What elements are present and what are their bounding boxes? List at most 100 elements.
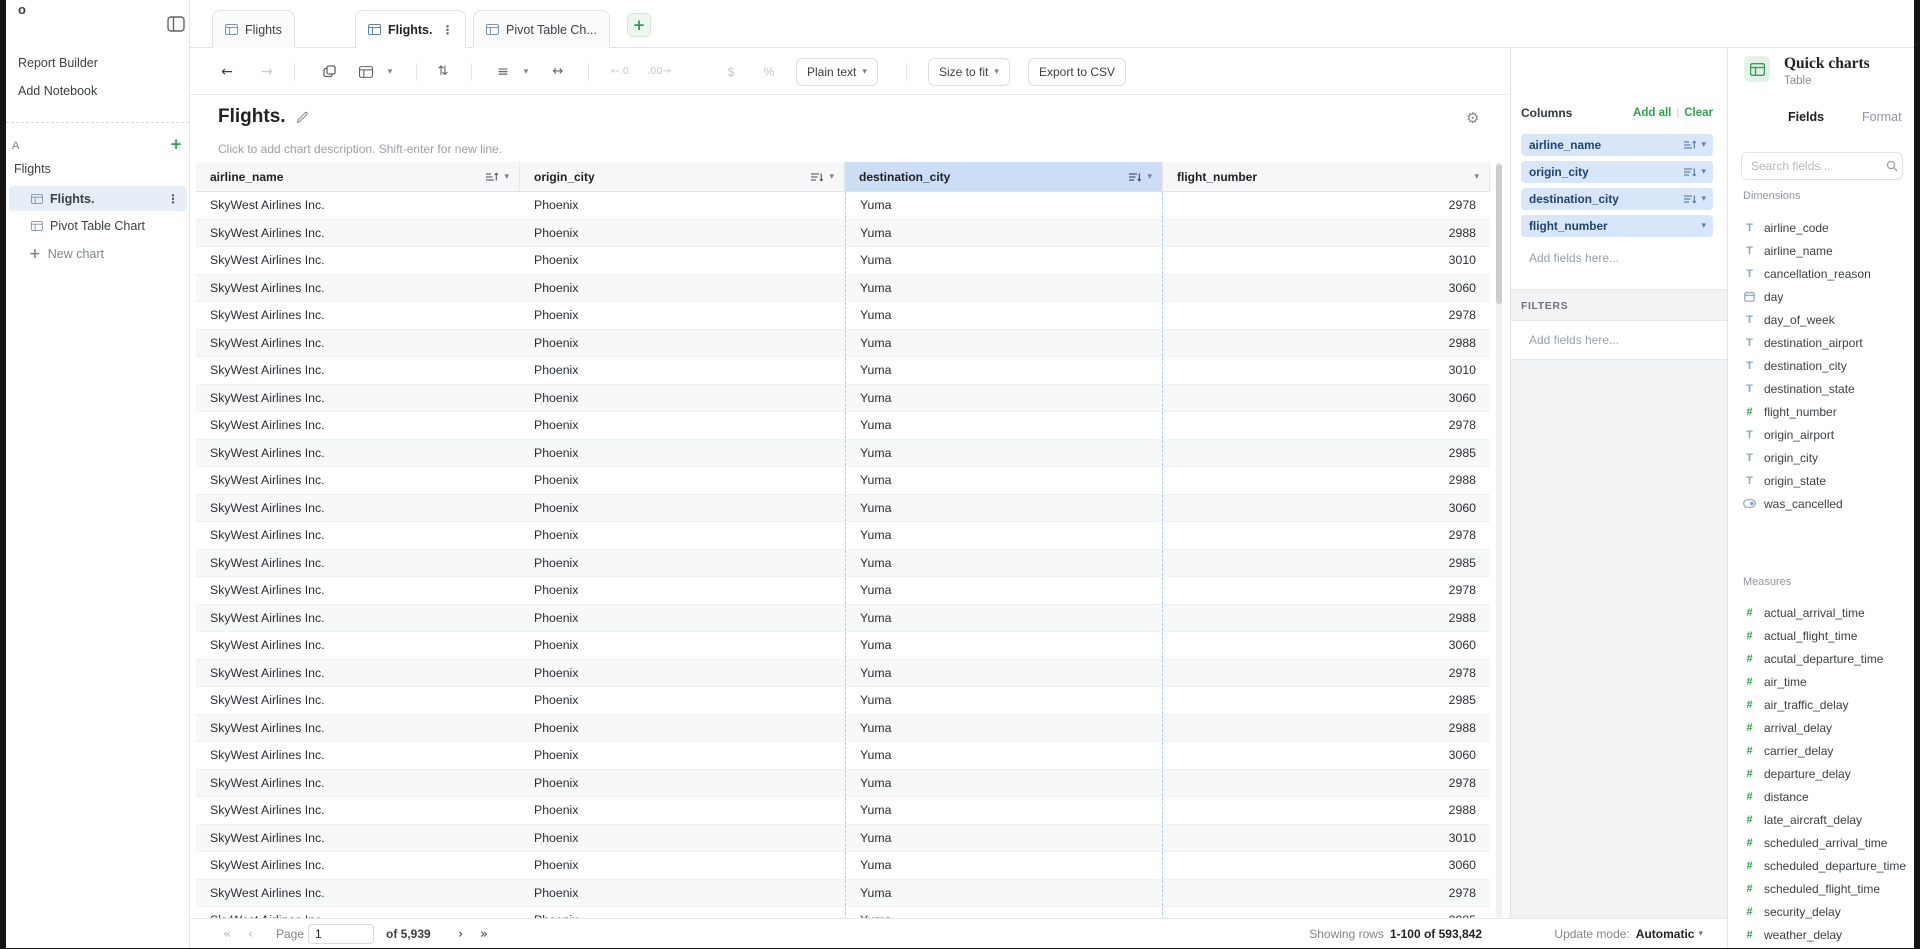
chart-title[interactable]: Flights. [218,106,286,128]
field-item[interactable]: # air_traffic_delay [1728,693,1914,716]
edit-pencil-icon[interactable] [296,111,309,124]
field-item[interactable]: T destination_state [1728,377,1914,400]
export-csv-button[interactable]: Export to CSV [1028,58,1126,86]
field-item[interactable]: # departure_delay [1728,762,1914,785]
duplicate-button[interactable] [320,48,338,95]
new-tab-button[interactable]: + [627,13,651,37]
field-item[interactable]: # weather_delay [1728,923,1914,946]
first-page-button[interactable]: « [223,919,231,949]
tab-flights-chart[interactable]: Flights. ⋮ [355,10,466,48]
tab-flights[interactable]: Flights [212,10,295,48]
chart-description-placeholder[interactable]: Click to add chart description. Shift-en… [218,142,502,156]
search-fields-input[interactable] [1741,152,1903,180]
field-item[interactable]: T origin_city [1728,446,1914,469]
cell-origin-city: Phoenix [520,825,845,852]
new-chart-button[interactable]: + New chart [9,241,187,266]
kebab-menu-icon[interactable]: ⋮ [441,23,453,37]
field-item[interactable]: # arrival_delay [1728,716,1914,739]
previous-page-button[interactable]: ‹ [248,919,253,949]
field-item[interactable]: T origin_state [1728,469,1914,492]
field-item[interactable]: # scheduled_arrival_time [1728,831,1914,854]
field-item[interactable]: # carrier_delay [1728,739,1914,762]
sidebar-item-flights-chart[interactable]: Flights. ⋮ [9,186,187,211]
last-page-button[interactable]: » [480,919,488,949]
field-item[interactable]: # air_time [1728,670,1914,693]
update-mode-dropdown[interactable]: Automatic ▾ [1636,927,1703,941]
field-item[interactable]: was_cancelled [1728,492,1914,515]
filters-drop-target[interactable]: Add fields here... [1529,333,1619,347]
field-item[interactable]: # actual_flight_time [1728,624,1914,647]
field-item[interactable]: T airline_name [1728,239,1914,262]
field-item[interactable]: day [1728,285,1914,308]
text-type-icon: T [1743,222,1756,234]
number-type-icon: # [1743,814,1756,826]
chevron-down-icon[interactable]: ▾ [1474,172,1479,182]
column-pill[interactable]: origin_city ▾ [1521,161,1713,183]
tab-fields[interactable]: Fields [1788,110,1824,124]
next-page-button[interactable]: › [458,919,463,949]
decimal-decrease-button[interactable]: ←.0 [608,48,632,95]
field-item[interactable]: T destination_city [1728,354,1914,377]
collapse-sidebar-icon [167,16,185,32]
chevron-down-icon[interactable]: ▾ [1701,221,1706,231]
percent-format-button[interactable]: % [762,48,776,95]
cell-airline-name: SkyWest Airlines Inc. [196,880,520,907]
page-number-input[interactable] [308,924,374,944]
collapse-sidebar-button[interactable] [164,13,188,35]
report-builder-link[interactable]: Report Builder [18,56,98,70]
column-header-flight-number[interactable]: flight_number ▾ [1163,162,1490,191]
clear-link[interactable]: Clear [1684,107,1713,119]
size-to-fit-dropdown[interactable]: Size to fit ▾ [928,58,1010,86]
cell-flight-number: 2978 [1163,522,1490,549]
field-item[interactable]: # acutal_departure_time [1728,647,1914,670]
field-item[interactable]: # security_delay [1728,900,1914,923]
column-pill[interactable]: destination_city ▾ [1521,188,1713,210]
back-button[interactable]: ← [218,48,236,95]
gear-icon[interactable]: ⚙ [1466,109,1479,127]
chevron-down-icon[interactable]: ▾ [384,48,396,95]
field-item[interactable]: T destination_airport [1728,331,1914,354]
align-button[interactable]: ≡ [494,48,512,95]
field-item[interactable]: # scheduled_flight_time [1728,877,1914,900]
chevron-down-icon[interactable]: ▾ [1701,167,1706,177]
tab-pivot-table-chart[interactable]: Pivot Table Ch... [473,10,610,48]
field-item[interactable]: # late_aircraft_delay [1728,808,1914,831]
chevron-down-icon[interactable]: ▾ [1147,172,1152,182]
field-item[interactable]: T day_of_week [1728,308,1914,331]
columns-drop-target[interactable]: Add fields here... [1529,251,1619,265]
column-pill[interactable]: flight_number ▾ [1521,215,1713,237]
field-item[interactable]: T origin_airport [1728,423,1914,446]
tab-format[interactable]: Format [1862,110,1902,124]
chevron-down-icon[interactable]: ▾ [504,172,509,182]
column-pill[interactable]: airline_name ▾ [1521,134,1713,156]
sidebar-item-pivot-table-chart[interactable]: Pivot Table Chart [9,213,187,238]
add-all-link[interactable]: Add all [1633,107,1671,119]
add-item-button[interactable]: + [166,134,186,154]
add-notebook-link[interactable]: Add Notebook [18,84,97,98]
field-item[interactable]: T airline_code [1728,216,1914,239]
column-header-origin-city[interactable]: origin_city ▾ [520,162,845,191]
sort-button[interactable]: ⇅ [434,48,452,95]
chevron-down-icon[interactable]: ▾ [1701,140,1706,150]
chevron-down-icon[interactable]: ▾ [1701,194,1706,204]
column-header-destination-city[interactable]: destination_city ▾ [845,162,1163,191]
forward-button[interactable]: → [258,48,276,95]
field-item[interactable]: # scheduled_departure_time [1728,854,1914,877]
sidebar-item-flights[interactable]: Flights [14,162,51,176]
kebab-menu-icon[interactable]: ⋮ [167,192,187,206]
decimal-increase-button[interactable]: .00→ [646,48,672,95]
field-item[interactable]: # actual_arrival_time [1728,601,1914,624]
fit-width-button[interactable]: ↔ [549,48,567,95]
field-item[interactable]: # distance [1728,785,1914,808]
currency-format-button[interactable]: $ [724,48,738,95]
format-dropdown[interactable]: Plain text ▾ [796,58,878,86]
column-header-airline-name[interactable]: airline_name ▾ [196,162,520,191]
chevron-down-icon[interactable]: ▾ [520,48,532,95]
field-item[interactable]: # flight_number [1728,400,1914,423]
tab-label: Pivot Table Ch... [506,23,597,37]
quick-charts-panel: Quick charts Table Fields Format Dimensi… [1727,48,1914,948]
chevron-down-icon[interactable]: ▾ [829,172,834,182]
table-view-button[interactable] [357,48,375,95]
table-scrollbar-thumb[interactable] [1496,164,1502,304]
field-item[interactable]: T cancellation_reason [1728,262,1914,285]
